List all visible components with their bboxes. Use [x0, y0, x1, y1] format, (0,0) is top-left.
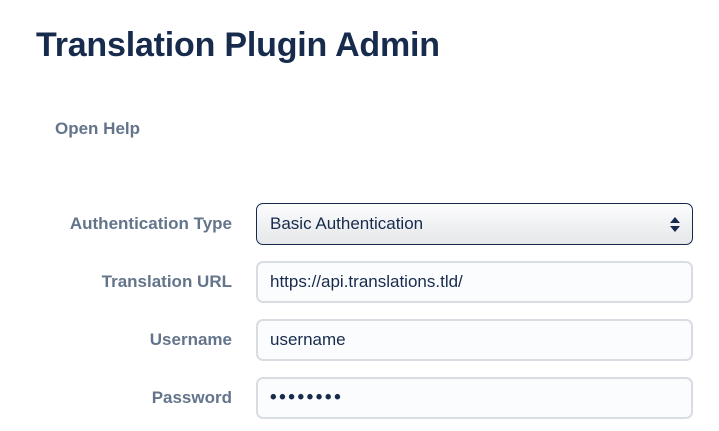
- translation-url-input[interactable]: [256, 261, 693, 303]
- up-down-arrows-icon: [670, 217, 680, 232]
- arrow-up-icon: [670, 217, 680, 223]
- translation-url-label: Translation URL: [36, 272, 232, 292]
- username-input[interactable]: [256, 319, 693, 361]
- admin-page: Translation Plugin Admin Open Help Authe…: [0, 0, 719, 431]
- admin-settings-form: Authentication Type Basic Authentication…: [36, 203, 693, 419]
- authentication-type-selected-value: Basic Authentication: [270, 214, 423, 234]
- page-title: Translation Plugin Admin: [36, 25, 693, 66]
- authentication-type-select[interactable]: Basic Authentication: [256, 203, 693, 245]
- password-label: Password: [36, 388, 232, 408]
- arrow-down-icon: [670, 226, 680, 232]
- password-input[interactable]: [256, 377, 693, 419]
- open-help-link[interactable]: Open Help: [55, 119, 140, 139]
- authentication-type-label: Authentication Type: [36, 214, 232, 234]
- username-label: Username: [36, 330, 232, 350]
